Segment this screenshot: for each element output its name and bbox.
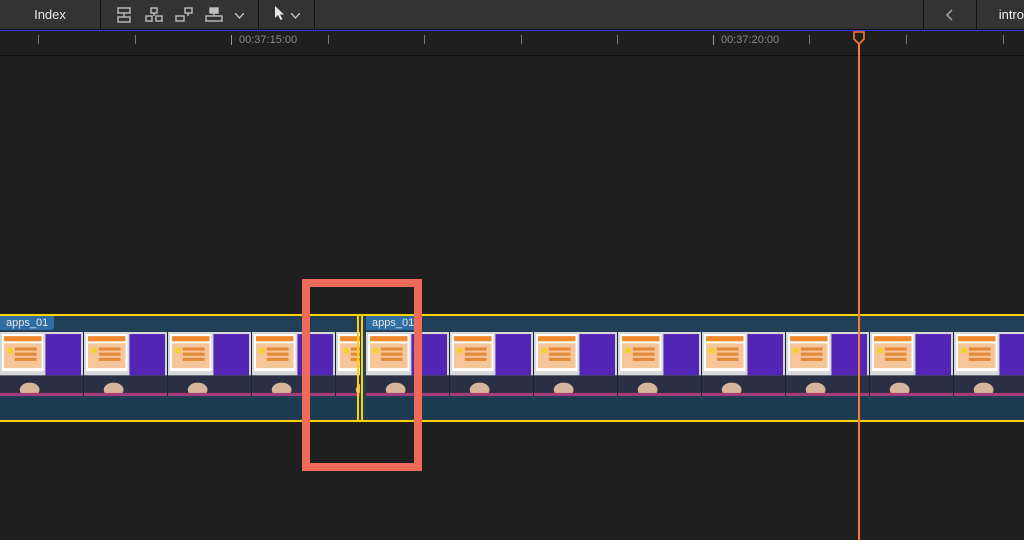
chevron-down-icon[interactable] [235,7,244,22]
project-title-text: intro [999,7,1024,22]
nav-back-button[interactable] [924,0,976,29]
ruler-tick [328,35,329,44]
clip-thumbnail [534,332,618,396]
clip-thumbnail [702,332,786,396]
toolbar: Index intro [0,0,1024,30]
overwrite-icon[interactable] [205,7,223,23]
connect-icon[interactable] [115,7,133,23]
clip-thumbnail [0,332,84,396]
index-button[interactable]: Index [0,0,100,29]
chevron-down-icon [291,7,300,22]
index-label: Index [34,7,66,22]
timeline-ruler[interactable]: 00:37:15:00 00:37:20:00 [0,30,1024,56]
clip-row[interactable]: apps_01 [0,314,1024,422]
clip-label: apps_01 [0,316,54,330]
edit-icon-group [101,0,258,29]
clip-thumbnail [168,332,252,396]
clip-label: apps_01 [366,316,420,330]
ruler-tick [135,35,136,44]
append-icon[interactable] [175,7,193,23]
edit-point[interactable] [357,314,363,422]
clip[interactable]: apps_01 [0,316,360,420]
clip-filmstrip [366,332,1024,396]
ruler-tick [424,35,425,44]
ruler-tick-major [231,35,232,45]
ruler-tick [38,35,39,44]
tool-selector[interactable] [259,0,314,29]
ruler-tick [617,35,618,44]
clip-thumbnail [450,332,534,396]
insert-icon[interactable] [145,7,163,23]
ruler-tick [809,35,810,44]
project-title[interactable]: intro [977,0,1024,29]
clip-thumbnail [786,332,870,396]
ruler-tick-major [713,35,714,45]
clip-thumbnail [252,332,336,396]
clip-thumbnail [366,332,450,396]
clip-thumbnail [618,332,702,396]
clip-thumbnail [870,332,954,396]
ruler-tick-label: 00:37:15:00 [239,34,297,46]
toolbar-spacer [315,0,923,29]
clip[interactable]: apps_01 [366,316,1024,420]
clip-thumbnail [954,332,1024,396]
ruler-tick [1003,35,1004,44]
ruler-tick [521,35,522,44]
select-tool-icon [273,5,287,24]
ruler-tick [906,35,907,44]
clip-filmstrip [0,332,360,396]
timeline-track-area[interactable]: apps_01 [0,56,1024,540]
chevron-left-icon [945,9,954,21]
clip-audio-band [0,398,360,418]
ruler-tick-label: 00:37:20:00 [721,34,779,46]
clip-thumbnail [84,332,168,396]
clip-audio-band [366,398,1024,418]
